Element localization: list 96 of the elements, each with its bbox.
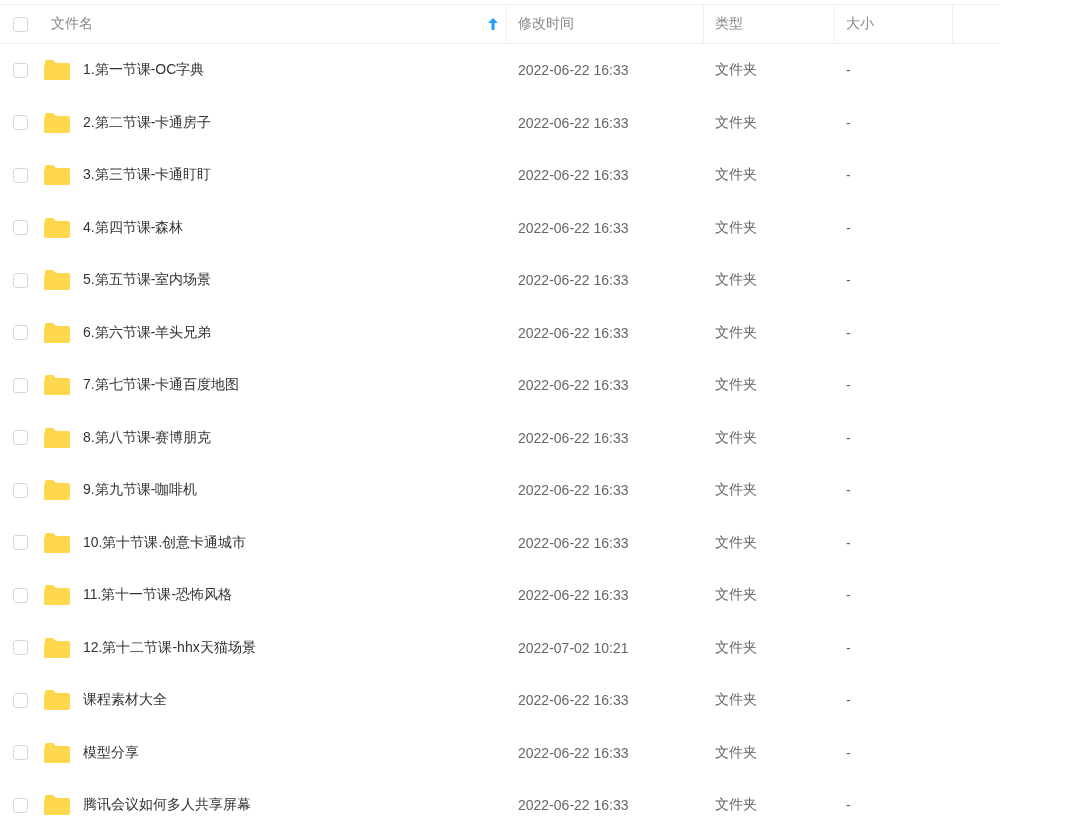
file-type: 文件夹 — [715, 586, 757, 605]
checkbox[interactable] — [13, 430, 28, 446]
modified-time: 2022-07-02 10:21 — [518, 639, 629, 656]
checkbox[interactable] — [13, 482, 28, 498]
file-name[interactable]: 9.第九节课-咖啡机 — [83, 481, 198, 500]
folder-icon — [44, 60, 70, 81]
file-type: 文件夹 — [715, 218, 757, 237]
modified-time: 2022-06-22 16:33 — [518, 167, 629, 184]
file-size: - — [846, 534, 851, 551]
modified-time: 2022-06-22 16:33 — [518, 429, 629, 446]
file-type: 文件夹 — [715, 61, 757, 80]
column-header[interactable]: 类型 — [715, 15, 743, 33]
folder-icon — [44, 270, 70, 291]
folder-icon — [44, 532, 70, 553]
checkbox[interactable] — [13, 16, 28, 32]
modified-time: 2022-06-22 16:33 — [518, 692, 629, 709]
file-size: - — [846, 744, 851, 761]
file-name[interactable]: 2.第二节课-卡通房子 — [83, 113, 212, 132]
file-name[interactable]: 6.第六节课-羊头兄弟 — [83, 323, 212, 342]
file-type: 文件夹 — [715, 376, 757, 395]
folder-icon — [44, 742, 70, 763]
folder-icon — [44, 217, 70, 238]
file-size: - — [846, 114, 851, 131]
folder-icon — [44, 112, 70, 133]
file-name[interactable]: 4.第四节课-森林 — [83, 218, 184, 237]
file-type: 文件夹 — [715, 533, 757, 552]
modified-time: 2022-06-22 16:33 — [518, 377, 629, 394]
file-name[interactable]: 5.第五节课-室内场景 — [83, 271, 212, 290]
modified-time: 2022-06-22 16:33 — [518, 744, 629, 761]
file-size: - — [846, 587, 851, 604]
checkbox[interactable] — [13, 797, 28, 813]
file-size: - — [846, 377, 851, 394]
column-header[interactable]: 文件名 — [51, 15, 93, 33]
checkbox[interactable] — [13, 587, 28, 603]
modified-time: 2022-06-22 16:33 — [518, 219, 629, 236]
file-type: 文件夹 — [715, 481, 757, 500]
modified-time: 2022-06-22 16:33 — [518, 62, 629, 79]
file-size: - — [846, 324, 851, 341]
folder-icon — [44, 375, 70, 396]
file-size: - — [846, 797, 851, 814]
folder-icon — [44, 795, 70, 816]
modified-time: 2022-06-22 16:33 — [518, 482, 629, 499]
folder-icon — [44, 585, 70, 606]
file-size: - — [846, 692, 851, 709]
checkbox[interactable] — [13, 325, 28, 341]
checkbox[interactable] — [13, 272, 28, 288]
checkbox[interactable] — [13, 377, 28, 393]
file-size: - — [846, 482, 851, 499]
column-header[interactable]: 大小 — [846, 15, 874, 33]
file-size: - — [846, 167, 851, 184]
file-type: 文件夹 — [715, 743, 757, 762]
file-type: 文件夹 — [715, 796, 757, 815]
file-name[interactable]: 12.第十二节课-hhx天猫场景 — [83, 638, 256, 657]
file-name[interactable]: 1.第一节课-OC字典 — [83, 61, 205, 80]
checkbox[interactable] — [13, 535, 28, 551]
file-name[interactable]: 课程素材大全 — [83, 691, 167, 710]
file-type: 文件夹 — [715, 323, 757, 342]
column-header[interactable]: 修改时间 — [518, 15, 574, 33]
file-name[interactable]: 模型分享 — [83, 743, 139, 762]
folder-icon — [44, 165, 70, 186]
file-size: - — [846, 62, 851, 79]
file-type: 文件夹 — [715, 113, 757, 132]
modified-time: 2022-06-22 16:33 — [518, 534, 629, 551]
folder-icon — [44, 637, 70, 658]
folder-icon — [44, 480, 70, 501]
file-type: 文件夹 — [715, 428, 757, 447]
checkbox[interactable] — [13, 220, 28, 236]
checkbox[interactable] — [13, 692, 28, 708]
checkbox[interactable] — [13, 115, 28, 131]
file-size: - — [846, 272, 851, 289]
file-type: 文件夹 — [715, 638, 757, 657]
checkbox[interactable] — [13, 745, 28, 761]
modified-time: 2022-06-22 16:33 — [518, 114, 629, 131]
folder-icon — [44, 690, 70, 711]
file-size: - — [846, 219, 851, 236]
modified-time: 2022-06-22 16:33 — [518, 587, 629, 604]
file-type: 文件夹 — [715, 271, 757, 290]
file-name[interactable]: 10.第十节课.创意卡通城市 — [83, 533, 247, 552]
file-name[interactable]: 3.第三节课-卡通盯盯 — [83, 166, 212, 185]
folder-icon — [44, 322, 70, 343]
file-name[interactable]: 腾讯会议如何多人共享屏幕 — [83, 796, 251, 815]
folder-icon — [44, 427, 70, 448]
modified-time: 2022-06-22 16:33 — [518, 324, 629, 341]
checkbox[interactable] — [13, 62, 28, 78]
sort-arrow-icon[interactable] — [488, 18, 498, 30]
file-name[interactable]: 11.第十一节课-恐怖风格 — [83, 586, 233, 605]
modified-time: 2022-06-22 16:33 — [518, 797, 629, 814]
file-name[interactable]: 7.第七节课-卡通百度地图 — [83, 376, 240, 395]
file-size: - — [846, 639, 851, 656]
checkbox[interactable] — [13, 167, 28, 183]
checkbox[interactable] — [13, 640, 28, 656]
file-name[interactable]: 8.第八节课-赛博朋克 — [83, 428, 212, 447]
modified-time: 2022-06-22 16:33 — [518, 272, 629, 289]
file-size: - — [846, 429, 851, 446]
file-type: 文件夹 — [715, 166, 757, 185]
file-type: 文件夹 — [715, 691, 757, 710]
